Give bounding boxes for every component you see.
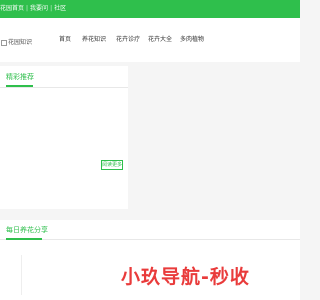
- separator: |: [26, 5, 29, 12]
- nav-item-diagnosis[interactable]: 花卉诊疗: [116, 34, 140, 43]
- daily-share-header: 每日养花分享: [0, 220, 300, 240]
- top-link-community[interactable]: 社区: [54, 5, 66, 12]
- site-header: 花园知识 首页 养花知识 花卉诊疗 花卉大全 多肉植物: [0, 18, 300, 62]
- title-underline: [6, 85, 33, 87]
- top-links: 花园首页 | 我要问 | 社区: [0, 3, 66, 12]
- top-link-ask[interactable]: 我要问: [30, 5, 48, 12]
- watermark-text: 小玖导航-秒收: [121, 266, 250, 288]
- divider: [21, 255, 22, 295]
- top-bar: 花园首页 | 我要问 | 社区: [0, 0, 300, 18]
- logo-alt-text: 花园知识: [8, 39, 33, 46]
- read-more-button[interactable]: 阅读更多: [101, 160, 123, 170]
- separator: |: [50, 5, 53, 12]
- recommend-header: 精彩推荐: [0, 66, 128, 88]
- nav-item-encyclopedia[interactable]: 花卉大全: [148, 34, 172, 43]
- nav-item-home[interactable]: 首页: [59, 34, 71, 43]
- top-link-home[interactable]: 花园首页: [0, 5, 24, 12]
- broken-image-icon: [1, 39, 7, 46]
- nav-item-succulents[interactable]: 多肉植物: [180, 34, 204, 43]
- daily-share-title: 每日养花分享: [6, 226, 48, 234]
- title-underline: [6, 238, 42, 240]
- logo[interactable]: 花园知识: [1, 37, 32, 46]
- recommend-panel: 精彩推荐 阅读更多: [0, 66, 128, 209]
- nav-item-knowledge[interactable]: 养花知识: [82, 34, 106, 43]
- recommend-title: 精彩推荐: [6, 73, 34, 81]
